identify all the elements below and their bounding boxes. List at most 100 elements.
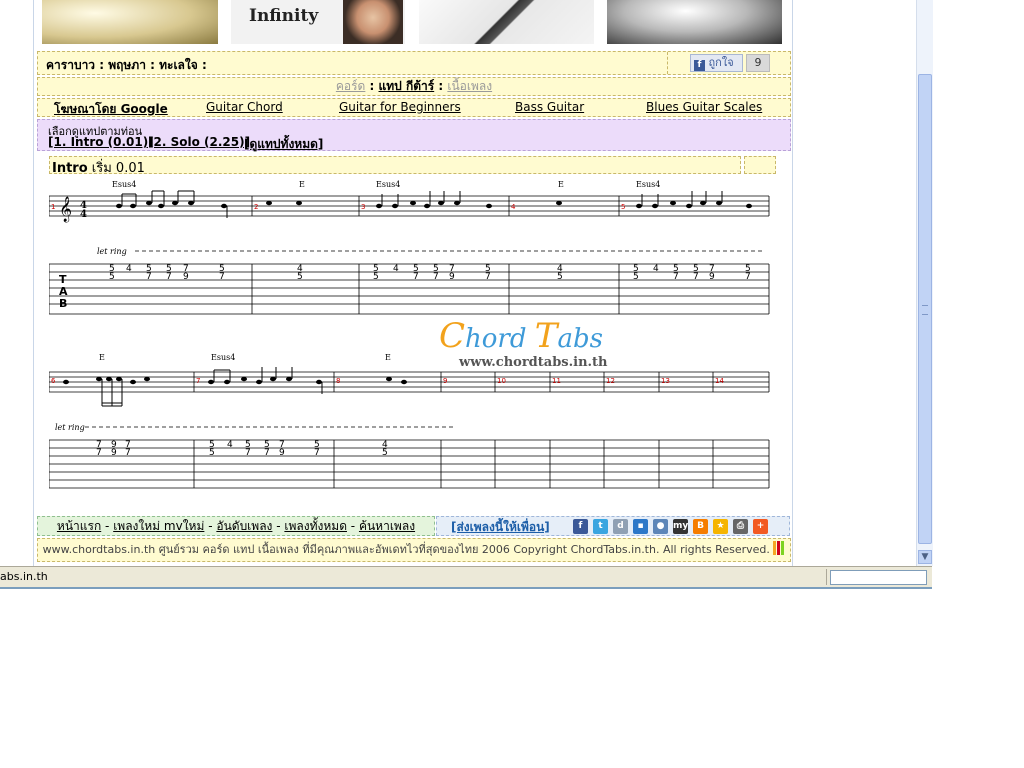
measure-number: 7: [196, 377, 200, 385]
measure-number: 8: [336, 377, 340, 385]
treble-clef-icon: 𝄞: [59, 196, 72, 222]
stats-icon[interactable]: [773, 541, 786, 555]
svg-text:9: 9: [279, 448, 285, 458]
ad-link-guitar-chord[interactable]: Guitar Chord: [206, 100, 283, 114]
send-to-friend-link[interactable]: [ส่งเพลงนี้ให้เพื่อน]: [451, 518, 550, 537]
ad-link-bass-guitar[interactable]: Bass Guitar: [515, 100, 584, 114]
banner-artist-photo: [343, 0, 403, 44]
scrollbar-thumb[interactable]: [918, 74, 932, 544]
vertical-scrollbar[interactable]: ▼: [916, 0, 933, 566]
favorite-star-icon[interactable]: ★: [713, 519, 728, 534]
browser-status-bar: abs.in.th: [0, 566, 932, 589]
measure-number: 11: [552, 377, 561, 385]
svg-text:7: 7: [146, 272, 152, 282]
logo-url: www.chordtabs.in.th: [459, 355, 608, 370]
delicious-icon[interactable]: ▪: [633, 519, 648, 534]
section-heading-bar: Intro เริ่ม 0.01: [49, 156, 741, 176]
footer-link-search[interactable]: ค้นหาเพลง: [359, 519, 415, 533]
staff-row1-stems: [121, 190, 723, 218]
svg-text:7: 7: [96, 448, 102, 458]
svg-text:7: 7: [485, 272, 491, 282]
measure-number: 13: [661, 377, 670, 385]
measure-number: 12: [606, 377, 615, 385]
svg-text:7: 7: [166, 272, 172, 282]
footer-separator: -: [272, 519, 285, 533]
svg-text:9: 9: [449, 272, 455, 282]
like-label: ถูกใจ: [708, 56, 734, 69]
section-name: Intro: [52, 161, 88, 176]
svg-text:9: 9: [183, 272, 189, 282]
song-title-bar: คาราบาว : พฤษภา : ทะเลใจ : f ถูกใจ 9: [37, 51, 791, 75]
measure-number: 6: [51, 377, 56, 385]
scroll-down-arrow-icon[interactable]: ▼: [918, 550, 932, 564]
measure-number: 2: [254, 203, 258, 211]
guitar-tab-notation: 554 5757 7957 45 554 5757 7957 45 554 57…: [49, 180, 770, 489]
footer-link-home[interactable]: หน้าแรก: [57, 519, 101, 533]
banner-infinity-text: Infinity: [249, 6, 319, 26]
twitter-icon[interactable]: t: [593, 519, 608, 534]
footer-link-new-songs[interactable]: เพลงใหม่ mvใหม่: [113, 519, 204, 533]
svg-text:9: 9: [709, 272, 715, 282]
footer-link-ranking[interactable]: อันดับเพลง: [216, 519, 272, 533]
banner-guitar-image[interactable]: [419, 0, 594, 44]
facebook-like-button[interactable]: f ถูกใจ: [690, 54, 743, 72]
chord-label: Esus4: [376, 180, 400, 189]
footer-separator: -: [101, 519, 114, 533]
ad-links-bar: โฆษณาโดย Google Guitar Chord Guitar for …: [37, 98, 791, 117]
banner-infinity-image[interactable]: Infinity: [231, 0, 405, 44]
banner-silver-image[interactable]: [607, 0, 782, 44]
digg-icon[interactable]: d: [613, 519, 628, 534]
chord-labels-row1: Esus4 E Esus4 E Esus4: [112, 180, 660, 189]
measure-number: 10: [497, 377, 506, 385]
chord-label: Esus4: [211, 353, 235, 362]
svg-text:9: 9: [111, 448, 117, 458]
svg-text:4: 4: [393, 264, 399, 274]
section-title: Intro เริ่ม 0.01: [52, 157, 145, 178]
section-link-intro[interactable]: [1. Intro (0.01)]: [48, 135, 154, 149]
footer-separator: -: [204, 519, 217, 533]
svg-text:7: 7: [413, 272, 419, 282]
nav-chord-link[interactable]: คอร์ด: [336, 79, 365, 93]
section-link-solo[interactable]: [2. Solo (2.25)]: [148, 135, 250, 149]
blogger-icon[interactable]: B: [693, 519, 708, 534]
banner-cymbal-image[interactable]: [42, 0, 218, 44]
status-zone-box: [830, 570, 927, 585]
svg-text:4: 4: [227, 440, 233, 450]
myspace-icon[interactable]: my: [673, 519, 688, 534]
staff-row1-notes: [116, 200, 752, 209]
staff-row2: [49, 371, 770, 489]
svg-text:7: 7: [125, 448, 131, 458]
facebook-icon[interactable]: f: [573, 519, 588, 534]
nav-separator: :: [434, 79, 448, 93]
time-signature-bottom: 4: [80, 209, 87, 220]
measure-number: 3: [361, 203, 365, 211]
svg-text:B: B: [59, 297, 67, 310]
print-icon[interactable]: ⎙: [733, 519, 748, 534]
nav-tab-link[interactable]: แทป กีต้าร์: [379, 79, 435, 93]
footer-copyright: www.chordtabs.in.th ศูนย์รวม คอร์ด แทป เ…: [37, 538, 791, 562]
section-link-all[interactable]: [ดูแทปทั้งหมด]: [244, 135, 323, 154]
status-divider: [826, 569, 827, 585]
svg-text:5: 5: [297, 272, 303, 282]
chord-label: E: [99, 353, 105, 362]
content-type-nav: คอร์ด : แทป กีต้าร์ : เนื้อเพลง: [37, 77, 791, 96]
footer-nav: หน้าแรก - เพลงใหม่ mvใหม่ - อันดับเพลง -…: [37, 516, 435, 536]
chordtabs-logo[interactable]: Chord Tabs: [439, 316, 603, 356]
svg-text:4: 4: [126, 264, 132, 274]
add-more-icon[interactable]: +: [753, 519, 768, 534]
section-start-time: เริ่ม 0.01: [91, 161, 145, 176]
ads-by-google-link[interactable]: โฆษณาโดย Google: [54, 100, 168, 119]
svg-text:7: 7: [314, 448, 320, 458]
share-bar: [ส่งเพลงนี้ให้เพื่อน] f t d ▪ ● my B ★ ⎙…: [436, 516, 790, 536]
myspace-user-icon[interactable]: ●: [653, 519, 668, 534]
measure-number: 1: [51, 203, 55, 211]
ad-link-blues-scales[interactable]: Blues Guitar Scales: [646, 100, 762, 114]
let-ring-label: let ring: [97, 247, 127, 256]
nav-lyrics-link[interactable]: เนื้อเพลง: [447, 79, 492, 93]
svg-text:5: 5: [209, 448, 215, 458]
staff-row2-stems: [101, 367, 323, 407]
footer-link-all-songs[interactable]: เพลงทั้งหมด: [284, 519, 347, 533]
ad-link-guitar-beginners[interactable]: Guitar for Beginners: [339, 100, 461, 114]
like-count: 9: [746, 54, 770, 72]
svg-text:7: 7: [693, 272, 699, 282]
